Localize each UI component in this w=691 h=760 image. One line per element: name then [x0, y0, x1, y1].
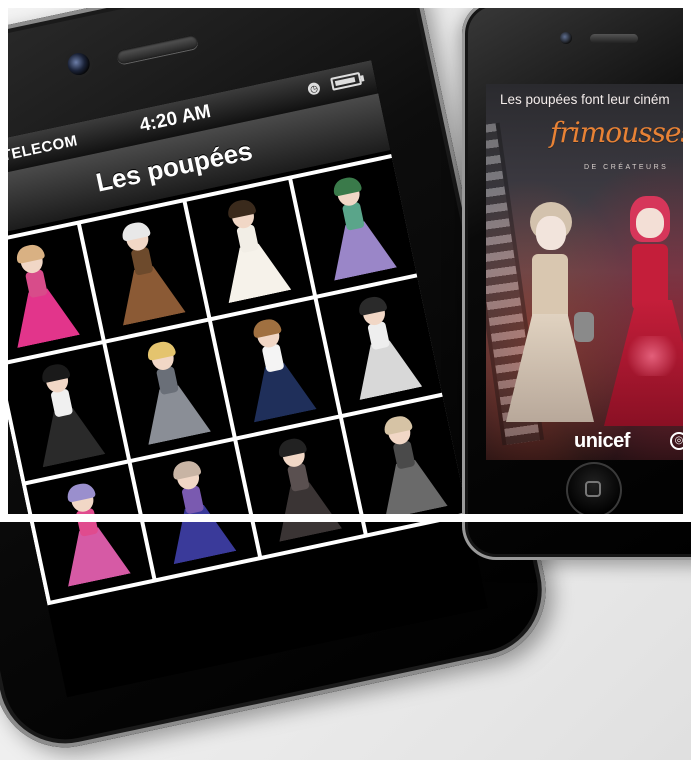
right-phone: Les poupées font leur ciném frimousses D… — [462, 0, 691, 560]
left-phone-screen: AAZ TELECOM 4:20 AM ◷ Les poupées — [0, 60, 488, 698]
unicef-logo: unicef — [574, 430, 630, 452]
camera-icon — [560, 32, 572, 44]
unicef-globe-icon: ◎ — [670, 432, 688, 450]
doll-figure — [340, 294, 422, 400]
doll-figure — [129, 339, 211, 445]
brand-subtitle: DE CRÉATEURS — [584, 164, 669, 171]
gown-pattern — [622, 336, 682, 376]
doll-thumbnail[interactable] — [131, 441, 258, 579]
battery-icon — [330, 71, 363, 91]
doll-figure — [103, 220, 185, 325]
doll-thumbnail[interactable] — [237, 418, 364, 556]
doll-bodice — [532, 254, 568, 324]
doll-thumbnail[interactable] — [80, 202, 208, 340]
camera-icon — [65, 51, 92, 78]
doll-face — [536, 216, 566, 250]
speaker-grille — [115, 34, 199, 65]
doll-figure — [234, 317, 316, 422]
doll-figure — [0, 242, 80, 348]
doll-thumbnail[interactable] — [106, 321, 233, 459]
doll-thumbnail[interactable] — [26, 463, 153, 601]
doll-figure — [154, 458, 236, 564]
clock-icon: ◷ — [306, 81, 322, 96]
frimousses-logo: frimousses — [550, 116, 691, 149]
doll-thumbnail[interactable] — [186, 179, 313, 318]
doll-thumbnail[interactable] — [317, 276, 444, 414]
doll-figure — [315, 175, 397, 280]
doll-figure — [23, 361, 105, 467]
doll-figure — [209, 197, 291, 303]
doll-figure — [260, 436, 342, 542]
poster-doll-right — [604, 196, 691, 426]
doll-figure — [365, 413, 447, 519]
doll-thumbnail[interactable] — [292, 157, 419, 295]
doll-thumbnail[interactable] — [343, 396, 470, 534]
splash-screen: Les poupées font leur ciném frimousses D… — [486, 84, 691, 460]
poster-doll-left — [504, 202, 596, 422]
doll-handbag — [574, 312, 594, 342]
doll-grid — [0, 154, 470, 606]
speaker-grille — [590, 34, 638, 43]
home-button[interactable] — [566, 462, 622, 518]
doll-thumbnail[interactable] — [212, 299, 339, 437]
tagline: Les poupées font leur ciném — [500, 92, 670, 107]
doll-face — [636, 208, 664, 238]
doll-thumbnail[interactable] — [0, 344, 127, 482]
doll-figure — [49, 481, 131, 586]
